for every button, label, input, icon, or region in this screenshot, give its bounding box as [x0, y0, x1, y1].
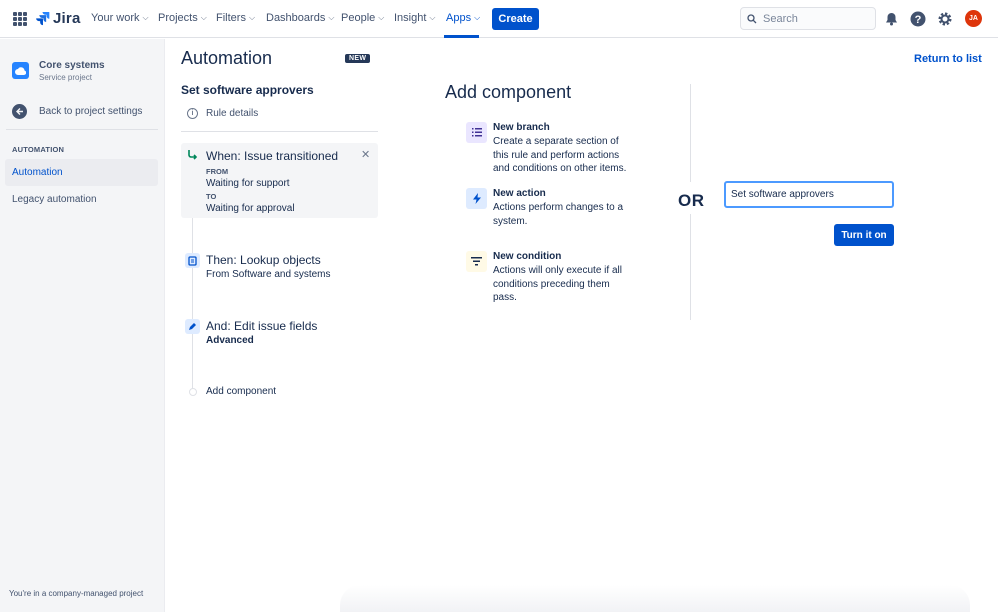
transition-trigger-icon: [188, 150, 198, 160]
return-to-list-link[interactable]: Return to list: [914, 53, 982, 65]
add-component-dot: [189, 388, 197, 396]
step-title: And: Edit issue fields: [206, 319, 318, 333]
bottom-shadow: [340, 585, 970, 612]
active-nav-indicator: [444, 35, 479, 38]
nav-label: Projects: [158, 12, 198, 24]
nav-label: Filters: [216, 12, 246, 24]
search-box[interactable]: [740, 7, 876, 30]
rule-details-label: Rule details: [206, 108, 259, 119]
component-description: Create a separate section of this rule a…: [493, 136, 627, 174]
sidebar-item-automation[interactable]: Automation: [5, 159, 158, 186]
nav-your-work[interactable]: Your work ⌵: [91, 12, 149, 24]
app-switcher-icon[interactable]: [13, 12, 27, 26]
help-icon[interactable]: ?: [909, 10, 926, 27]
pencil-icon: [185, 319, 200, 334]
or-divider-top: [690, 84, 691, 182]
component-description: Actions perform changes to a system.: [493, 202, 624, 227]
lookup-objects-icon: [185, 253, 200, 268]
notification-bell-icon[interactable]: [883, 10, 900, 27]
nav-label: Your work: [91, 12, 140, 24]
trigger-title: When: Issue transitioned: [206, 149, 339, 163]
chevron-down-icon: ⌵: [328, 13, 335, 22]
sidebar-section-heading: AUTOMATION: [12, 145, 65, 154]
chevron-down-icon: ⌵: [378, 13, 385, 22]
sidebar-divider: [6, 129, 158, 130]
nav-insight[interactable]: Insight ⌵: [394, 12, 436, 24]
nav-label: Dashboards: [266, 12, 326, 24]
nav-label: Insight: [394, 12, 427, 24]
project-managed-note: You're in a company-managed project: [9, 589, 144, 598]
nav-apps[interactable]: Apps ⌵: [446, 12, 480, 24]
jira-logo-text: Jira: [53, 10, 81, 27]
settings-gear-icon[interactable]: [936, 10, 953, 27]
component-description: Actions will only execute if all conditi…: [493, 265, 622, 303]
chevron-down-icon: ⌵: [142, 13, 149, 22]
top-navigation: Jira Your work ⌵ Projects ⌵ Filters ⌵ Dashb…: [0, 0, 998, 38]
chevron-down-icon: ⌵: [429, 13, 436, 22]
nav-label: Apps: [446, 12, 472, 24]
back-label: Back to project settings: [39, 106, 143, 117]
from-label: FROM: [206, 167, 229, 176]
nav-projects[interactable]: Projects ⌵: [158, 12, 207, 24]
project-name: Core systems: [39, 60, 105, 71]
rule-divider: [181, 131, 378, 132]
component-title: New condition: [493, 251, 562, 262]
back-to-settings-link[interactable]: Back to project settings: [12, 104, 142, 119]
sidebar: Core systems Service project Back to pro…: [0, 39, 165, 612]
search-icon: [747, 13, 757, 23]
jira-logo-icon: [36, 11, 50, 26]
lightning-bolt-icon: [466, 188, 487, 209]
close-icon[interactable]: ✕: [361, 148, 370, 161]
create-button[interactable]: Create: [492, 8, 539, 30]
page-title: Automation: [181, 48, 273, 68]
jira-logo[interactable]: Jira: [35, 10, 81, 27]
branch-list-icon: [466, 122, 487, 143]
arrow-left-icon: [12, 104, 27, 119]
from-value: Waiting for support: [206, 178, 290, 189]
chevron-down-icon: ⌵: [200, 13, 207, 22]
step-subtitle: Advanced: [206, 335, 254, 346]
project-header[interactable]: Core systems Service project: [12, 59, 105, 83]
svg-text:?: ?: [914, 14, 921, 26]
step-title: Then: Lookup objects: [206, 253, 321, 267]
component-title: New action: [493, 188, 546, 199]
trigger-card[interactable]: When: Issue transitioned ✕ FROM Waiting …: [181, 143, 378, 218]
add-component-title: Add component: [445, 82, 572, 102]
chevron-down-icon: ⌵: [248, 13, 256, 22]
project-cloud-icon: [12, 62, 29, 79]
to-value: Waiting for approval: [206, 203, 295, 214]
turn-it-on-button[interactable]: Turn it on: [834, 224, 894, 246]
new-badge: NEW: [345, 54, 371, 63]
or-divider-bottom: [690, 214, 691, 320]
user-avatar[interactable]: JA: [965, 10, 982, 27]
nav-dashboards[interactable]: Dashboards ⌵: [266, 12, 334, 24]
or-separator: OR: [678, 191, 705, 210]
nav-label: People: [341, 12, 376, 24]
nav-people[interactable]: People ⌵: [341, 12, 384, 24]
project-type: Service project: [39, 73, 92, 82]
step-subtitle: From Software and systems: [206, 269, 331, 280]
rule-details-link[interactable]: i Rule details: [187, 108, 258, 119]
filter-icon: [466, 251, 487, 272]
to-label: TO: [206, 192, 217, 201]
rule-name-field[interactable]: [724, 181, 894, 208]
add-component-link[interactable]: Add component: [206, 386, 276, 397]
info-icon: i: [187, 108, 198, 119]
rule-name-heading: Set software approvers: [181, 83, 314, 97]
chevron-down-icon: ⌵: [474, 13, 481, 22]
component-title: New branch: [493, 122, 550, 133]
sidebar-item-legacy-automation[interactable]: Legacy automation: [5, 186, 158, 213]
nav-filters[interactable]: Filters ⌵: [216, 12, 255, 24]
search-input[interactable]: [763, 12, 863, 25]
